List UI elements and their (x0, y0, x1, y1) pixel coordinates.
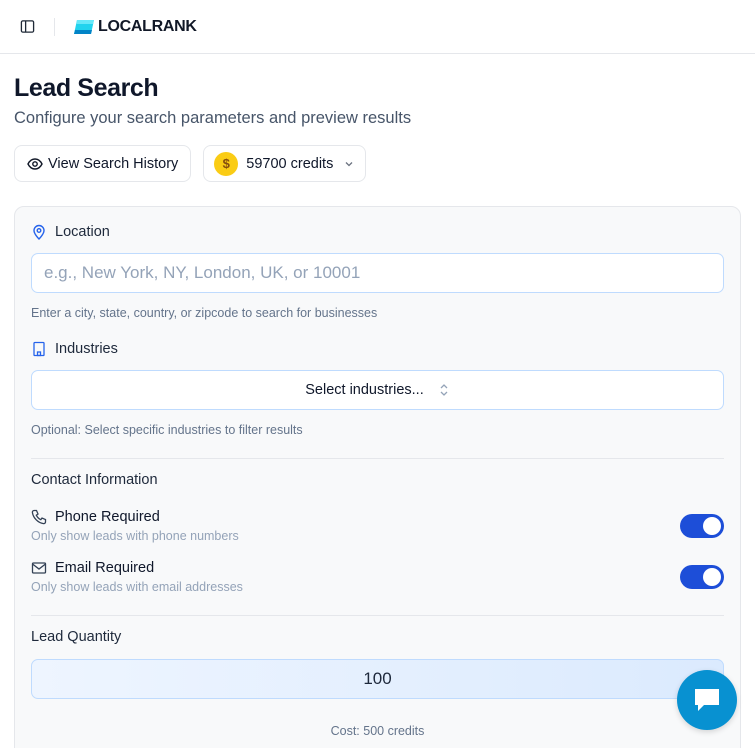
eye-icon (27, 157, 43, 170)
chevron-down-icon (345, 161, 353, 166)
view-search-history-button[interactable]: View Search History (14, 145, 192, 182)
credits-label: 59700 credits (246, 155, 334, 172)
coin-icon: $ (214, 151, 239, 176)
phone-icon (31, 509, 47, 525)
map-pin-icon (33, 224, 45, 240)
sidebar-toggle-icon[interactable] (18, 18, 36, 36)
page-subtitle: Configure your search parameters and pre… (14, 109, 412, 127)
email-required-toggle[interactable] (680, 565, 724, 589)
location-label: Location (55, 224, 110, 240)
section-divider (31, 615, 724, 616)
building-icon (33, 341, 45, 357)
industries-select[interactable]: Select industries... (31, 370, 724, 410)
phone-required-toggle[interactable] (680, 514, 724, 538)
toggle-knob (703, 517, 721, 535)
toggle-knob (703, 568, 721, 586)
top-bar: LOCALRANK (0, 0, 755, 54)
mail-icon (31, 562, 47, 574)
phone-required-row: Phone Required Only show leads with phon… (31, 509, 724, 543)
contact-information-title: Contact Information (31, 472, 158, 488)
lead-quantity-title: Lead Quantity (31, 629, 122, 645)
industries-label-row: Industries (31, 341, 724, 357)
location-hint: Enter a city, state, country, or zipcode… (31, 306, 378, 320)
section-divider (31, 458, 724, 459)
lead-quantity-input[interactable]: 100 (31, 659, 724, 699)
logo-mark-icon (74, 19, 94, 34)
brand-logo[interactable]: LOCALRANK (73, 18, 197, 36)
industries-select-text: Select industries... (305, 382, 424, 398)
phone-required-desc: Only show leads with phone numbers (31, 529, 239, 543)
phone-required-label: Phone Required (55, 509, 160, 525)
industries-hint: Optional: Select specific industries to … (31, 423, 303, 437)
search-form-card: Location e.g., New York, NY, London, UK,… (14, 206, 741, 748)
action-bar: View Search History $ 59700 credits (14, 145, 741, 182)
page-title: Lead Search (14, 74, 159, 102)
chat-button[interactable] (677, 670, 737, 730)
view-search-history-label: View Search History (48, 155, 179, 172)
header-divider (54, 17, 55, 36)
chat-icon (695, 689, 719, 711)
brand-name: LOCALRANK (98, 17, 197, 35)
lead-quantity-value: 100 (363, 669, 392, 688)
main-content: Lead Search Configure your search parame… (0, 54, 755, 748)
location-placeholder: e.g., New York, NY, London, UK, or 10001 (44, 263, 361, 282)
industries-label: Industries (55, 341, 118, 357)
location-input[interactable]: e.g., New York, NY, London, UK, or 10001 (31, 253, 724, 293)
chevrons-up-down-icon (440, 384, 448, 396)
credits-dropdown[interactable]: $ 59700 credits (203, 145, 367, 182)
email-required-label: Email Required (55, 560, 155, 576)
cost-text: Cost: 500 credits (330, 724, 425, 738)
email-required-row: Email Required Only show leads with emai… (31, 560, 724, 594)
location-label-row: Location (31, 224, 724, 240)
email-required-desc: Only show leads with email addresses (31, 580, 243, 594)
